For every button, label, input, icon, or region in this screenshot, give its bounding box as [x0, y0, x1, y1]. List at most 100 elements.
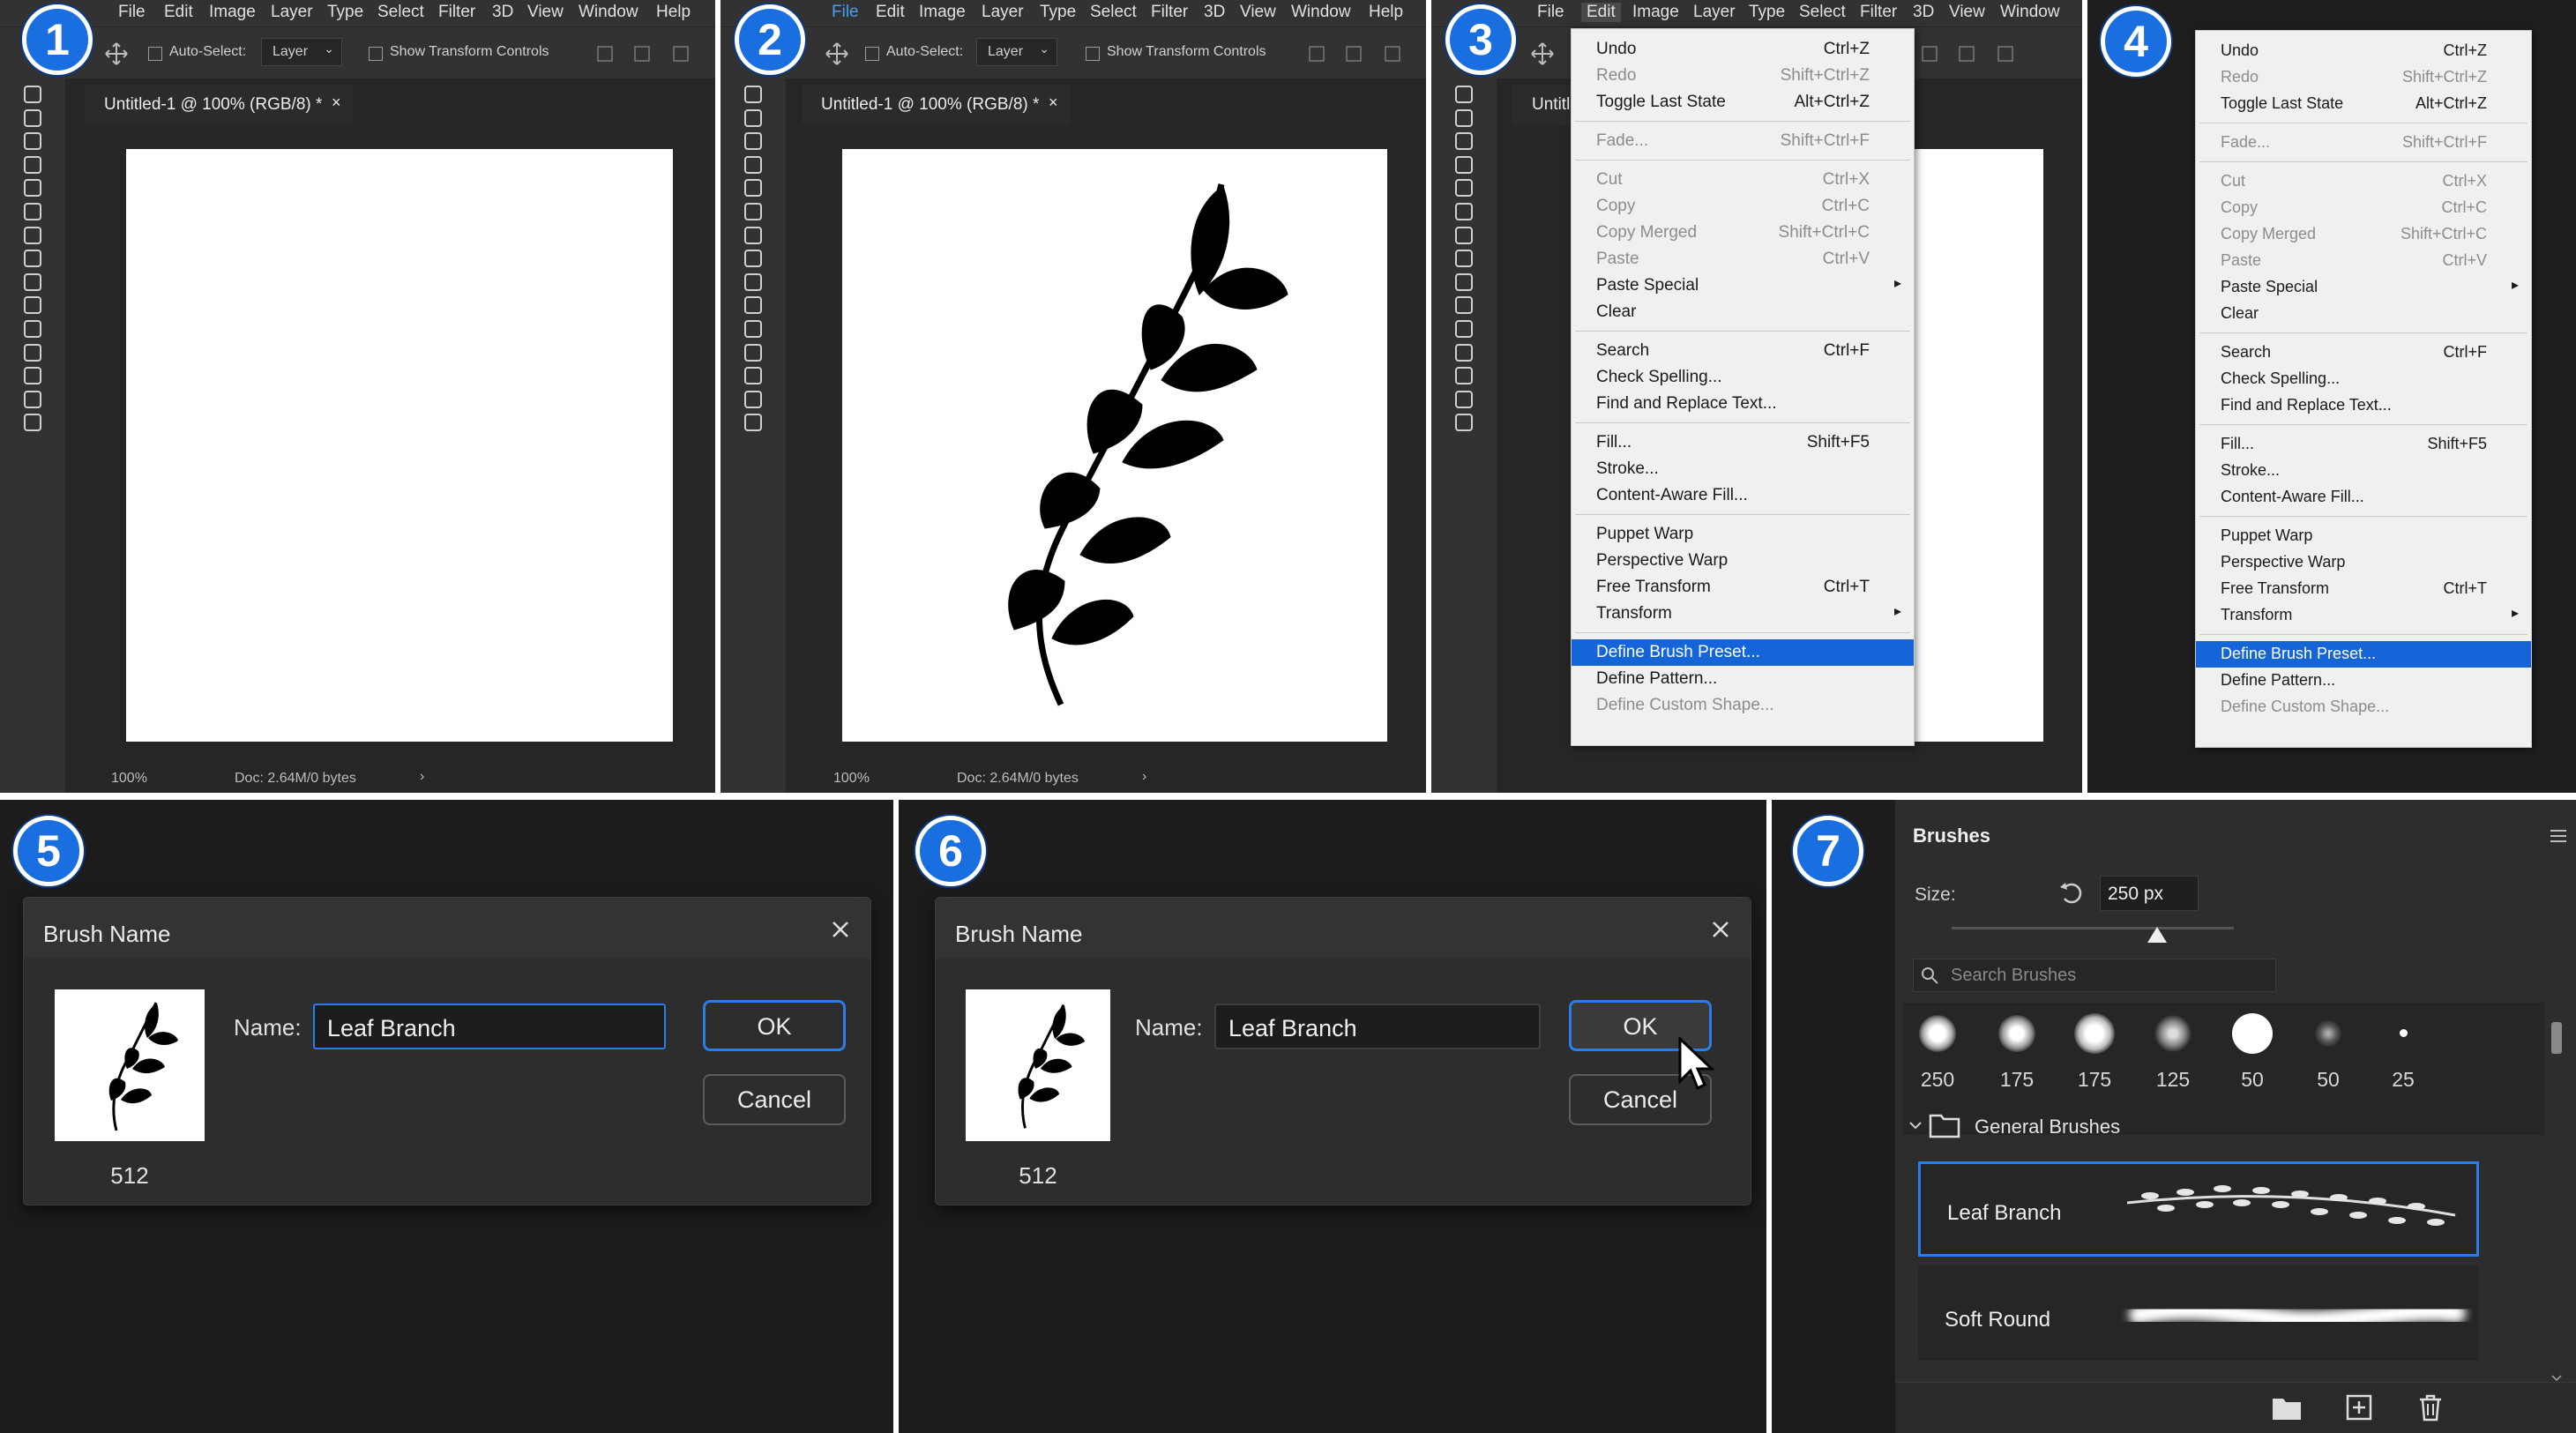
brush-item-soft-round[interactable]: Soft Round — [1918, 1265, 2479, 1361]
menu-item-clear[interactable]: Clear — [2196, 301, 2531, 327]
menu-item-cut[interactable]: Cut Ctrl+X — [1572, 167, 1914, 193]
dodge-tool-icon[interactable] — [16, 413, 49, 432]
brush-tool-icon[interactable] — [736, 272, 770, 292]
menu-item-redo[interactable]: Redo Shift+Ctrl+Z — [2196, 64, 2531, 91]
document-tab[interactable]: Untitled-1 @ 100% (RGB/8) * × — [802, 85, 1070, 125]
menu-item-free-transform[interactable]: Free Transform Ctrl+T — [1572, 574, 1914, 601]
lasso-tool-icon[interactable] — [736, 131, 770, 151]
menu-item-search[interactable]: Search Ctrl+F — [2196, 340, 2531, 366]
menu-item-content-aware-fill[interactable]: Content-Aware Fill... — [1572, 482, 1914, 509]
history-brush-tool-icon[interactable] — [1447, 319, 1481, 339]
menu-help[interactable]: Help — [656, 3, 691, 22]
marquee-tool-icon[interactable] — [736, 108, 770, 128]
lasso-tool-icon[interactable] — [16, 131, 49, 151]
menu-item-fade[interactable]: Fade... Shift+Ctrl+F — [2196, 130, 2531, 156]
canvas-with-leaf[interactable] — [842, 149, 1387, 742]
new-group-folder-icon[interactable] — [2271, 1395, 2303, 1422]
menu-item-transform[interactable]: Transform ▸ — [2196, 602, 2531, 629]
canvas-blank[interactable] — [126, 149, 673, 742]
menu-view[interactable]: View — [1240, 3, 1276, 22]
healing-tool-icon[interactable] — [1447, 249, 1481, 268]
align-icons[interactable] — [1308, 45, 1414, 64]
menu-file[interactable]: File — [1537, 3, 1564, 22]
stamp-tool-icon[interactable] — [16, 295, 49, 315]
frame-tool-icon[interactable] — [1447, 202, 1481, 221]
menu-item-define-pattern[interactable]: Define Pattern... — [2196, 668, 2531, 694]
menu-item-puppet-warp[interactable]: Puppet Warp — [1572, 521, 1914, 548]
canvas-blank[interactable] — [1911, 149, 2043, 742]
menu-item-copy-merged[interactable]: Copy Merged Shift+Ctrl+C — [1572, 220, 1914, 246]
brush-tip-250[interactable] — [1919, 1015, 1956, 1052]
size-slider-thumb[interactable] — [2146, 925, 2169, 944]
brush-item-leaf-branch[interactable]: Leaf Branch — [1918, 1161, 2479, 1257]
menu-item-transform[interactable]: Transform ▸ — [1572, 601, 1914, 627]
close-tab-icon[interactable]: × — [1049, 93, 1058, 112]
menu-item-define-pattern[interactable]: Define Pattern... — [1572, 666, 1914, 692]
menu-image[interactable]: Image — [1632, 3, 1679, 22]
menu-item-check-spelling[interactable]: Check Spelling... — [2196, 366, 2531, 392]
menu-item-paste[interactable]: Paste Ctrl+V — [2196, 248, 2531, 274]
menu-3d[interactable]: 3D — [1913, 3, 1934, 22]
menu-item-find-and-replace-text[interactable]: Find and Replace Text... — [1572, 391, 1914, 417]
menu-item-perspective-warp[interactable]: Perspective Warp — [2196, 549, 2531, 576]
healing-tool-icon[interactable] — [736, 249, 770, 268]
size-input[interactable]: 250 px — [2100, 876, 2199, 911]
menu-image[interactable]: Image — [209, 3, 256, 22]
close-tab-icon[interactable]: × — [332, 93, 341, 112]
menu-item-fill[interactable]: Fill... Shift+F5 — [2196, 431, 2531, 458]
menu-item-define-brush-preset[interactable]: Define Brush Preset... — [2196, 641, 2531, 668]
menu-item-stroke[interactable]: Stroke... — [2196, 458, 2531, 484]
magic-wand-tool-icon[interactable] — [16, 155, 49, 175]
menu-item-clear[interactable]: Clear — [1572, 299, 1914, 325]
reset-size-icon[interactable] — [2057, 879, 2086, 907]
brush-tip-50-hard[interactable] — [2232, 1013, 2273, 1054]
cancel-button[interactable]: Cancel — [703, 1074, 846, 1125]
menu-item-perspective-warp[interactable]: Perspective Warp — [1572, 548, 1914, 574]
align-icons[interactable] — [596, 45, 702, 64]
brush-tip-125[interactable] — [2154, 1015, 2191, 1052]
menu-item-undo[interactable]: Undo Ctrl+Z — [1572, 36, 1914, 63]
menu-window[interactable]: Window — [2000, 3, 2060, 22]
marquee-tool-icon[interactable] — [1447, 108, 1481, 128]
menu-item-fade[interactable]: Fade... Shift+Ctrl+F — [1572, 128, 1914, 154]
menu-item-toggle-last-state[interactable]: Toggle Last State Alt+Ctrl+Z — [2196, 91, 2531, 117]
move-tool-icon[interactable] — [1447, 85, 1481, 104]
frame-tool-icon[interactable] — [16, 202, 49, 221]
menu-filter[interactable]: Filter — [1151, 3, 1188, 22]
gradient-tool-icon[interactable] — [736, 366, 770, 385]
chevron-right-icon[interactable]: › — [1142, 769, 1146, 785]
brush-tip-50-soft[interactable] — [2315, 1020, 2341, 1047]
menu-item-toggle-last-state[interactable]: Toggle Last State Alt+Ctrl+Z — [1572, 89, 1914, 116]
menu-item-puppet-warp[interactable]: Puppet Warp — [2196, 523, 2531, 549]
move-tool-icon[interactable] — [825, 41, 849, 66]
history-brush-tool-icon[interactable] — [736, 319, 770, 339]
menu-item-copy[interactable]: Copy Ctrl+C — [1572, 193, 1914, 220]
brush-tip-25[interactable] — [2400, 1029, 2408, 1037]
menu-item-check-spelling[interactable]: Check Spelling... — [1572, 364, 1914, 391]
menu-item-define-custom-shape[interactable]: Define Custom Shape... — [1572, 692, 1914, 719]
ok-button[interactable]: OK — [703, 1000, 846, 1051]
align-icons[interactable] — [1921, 45, 2027, 64]
crop-tool-icon[interactable] — [1447, 178, 1481, 198]
menu-help[interactable]: Help — [1369, 3, 1403, 22]
stamp-tool-icon[interactable] — [1447, 295, 1481, 315]
menu-window[interactable]: Window — [579, 3, 638, 22]
move-tool-icon[interactable] — [736, 85, 770, 104]
gradient-tool-icon[interactable] — [16, 366, 49, 385]
auto-select-checkbox[interactable] — [865, 47, 879, 61]
menu-item-undo[interactable]: Undo Ctrl+Z — [2196, 38, 2531, 64]
menu-layer[interactable]: Layer — [982, 3, 1024, 22]
history-brush-tool-icon[interactable] — [16, 319, 49, 339]
brush-tip-175[interactable] — [1998, 1015, 2035, 1052]
menu-3d[interactable]: 3D — [492, 3, 513, 22]
close-icon[interactable] — [1703, 912, 1738, 947]
menu-item-copy-merged[interactable]: Copy Merged Shift+Ctrl+C — [2196, 221, 2531, 248]
crop-tool-icon[interactable] — [16, 178, 49, 198]
menu-3d[interactable]: 3D — [1204, 3, 1225, 22]
menu-item-content-aware-fill[interactable]: Content-Aware Fill... — [2196, 484, 2531, 511]
menu-file[interactable]: File — [118, 3, 146, 22]
document-tab[interactable]: Untitled-1 @ 100% (RGB/8) * × — [85, 85, 353, 125]
close-icon[interactable] — [823, 912, 858, 947]
menu-edit[interactable]: Edit — [164, 3, 193, 22]
brush-name-input[interactable]: Leaf Branch — [1214, 1004, 1541, 1049]
